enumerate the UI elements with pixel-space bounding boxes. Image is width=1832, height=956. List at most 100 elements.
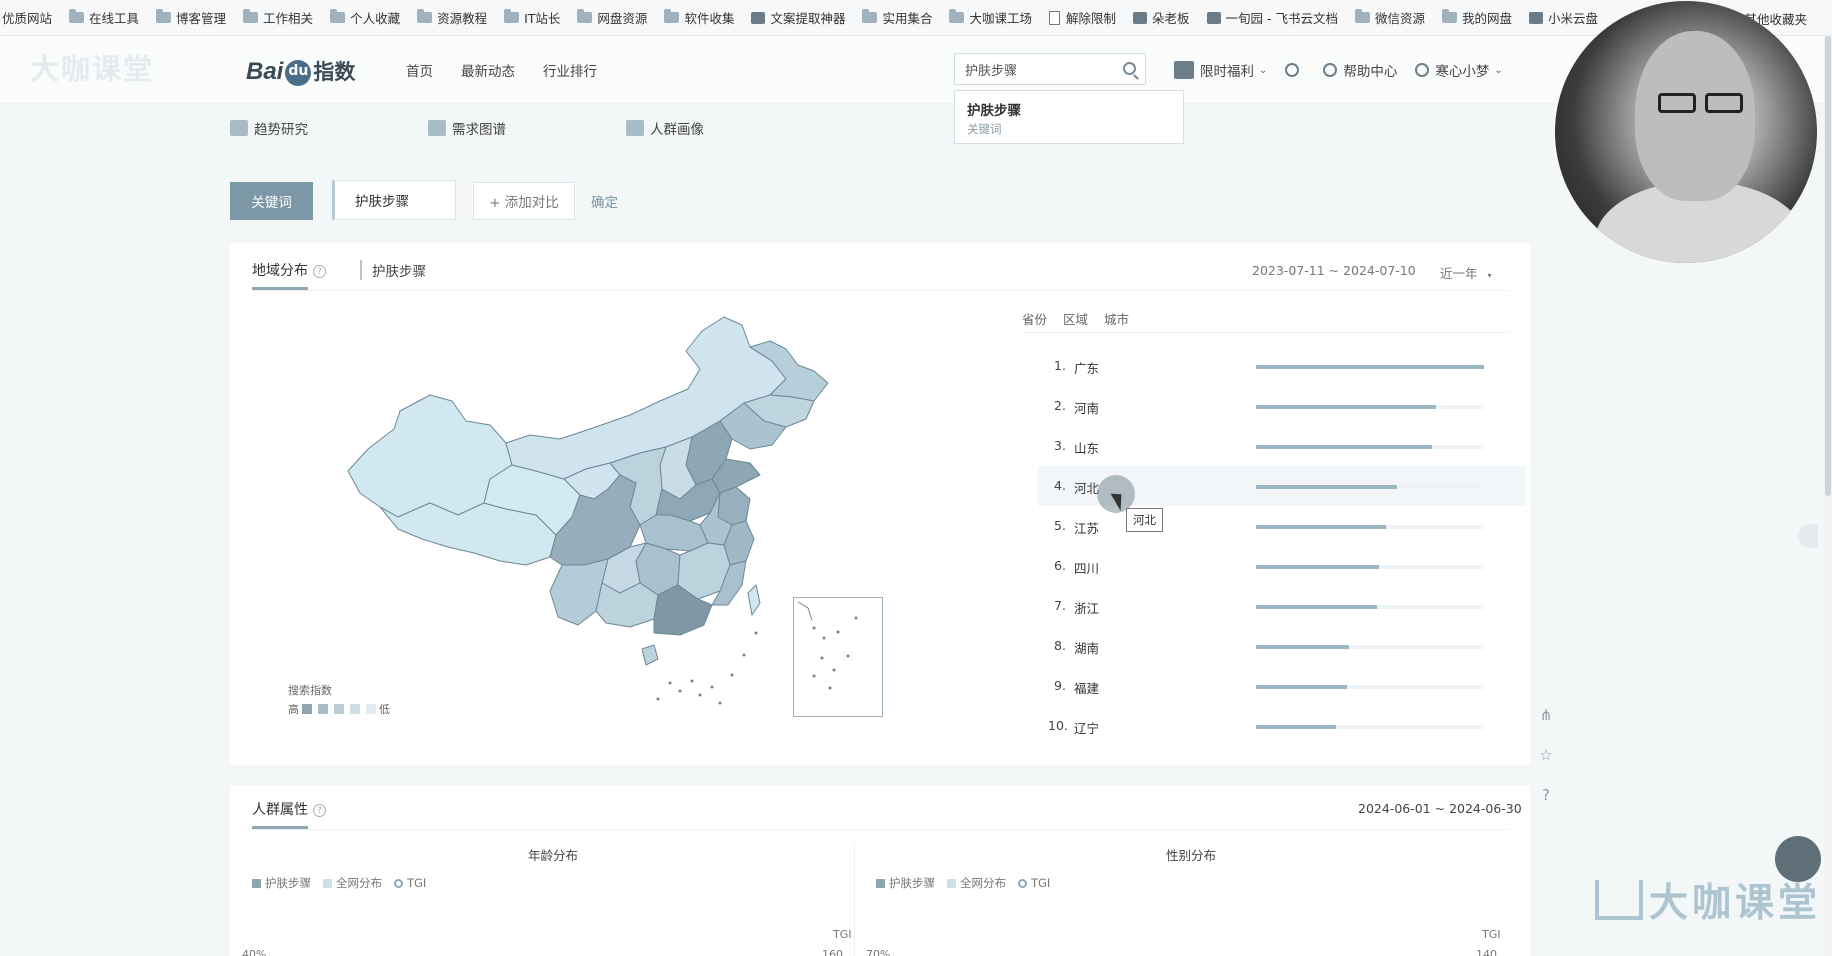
legend-all-network[interactable]: 全网分布 (323, 875, 382, 891)
ranking-row[interactable]: 9. 福建 (1038, 666, 1526, 706)
help-icon[interactable]: ? (313, 264, 326, 278)
tab-province[interactable]: 省份 (1022, 309, 1047, 328)
ranking-row[interactable]: 2. 河南 (1038, 386, 1526, 426)
tab-trend-research[interactable]: 趋势研究 (230, 118, 308, 138)
bookmark-item[interactable]: IT站长 (504, 8, 560, 27)
rank-number: 1. (1054, 358, 1066, 373)
message-button[interactable] (1285, 63, 1305, 77)
rank-bar-track (1256, 605, 1484, 609)
rank-bar-track (1256, 525, 1484, 529)
rank-bar (1256, 365, 1484, 369)
bookmark-item[interactable]: 朵老板 (1133, 8, 1190, 27)
legend-swatch (350, 704, 360, 714)
legend-all-network[interactable]: 全网分布 (947, 875, 1006, 891)
tab-area[interactable]: 区域 (1063, 309, 1088, 328)
help-circle-icon[interactable]: ? (1536, 786, 1556, 806)
bookmark-item[interactable]: 一旬园 - 飞书云文档 (1206, 8, 1338, 27)
legend-keyword[interactable]: 护肤步骤 (252, 875, 311, 891)
rank-bar (1256, 725, 1336, 729)
rank-bar-track (1256, 405, 1484, 409)
rank-number: 3. (1054, 438, 1066, 453)
bookmark-item[interactable]: 解除限制 (1049, 8, 1116, 27)
rank-number: 5. (1054, 518, 1066, 533)
paw-icon (285, 60, 312, 86)
south-sea-inset (793, 597, 883, 717)
rank-number: 2. (1054, 398, 1066, 413)
search-suggestion[interactable]: 护肤步骤 关键词 (954, 90, 1184, 144)
crowd-date-range: 2024-06-01 ~ 2024-06-30 (1358, 801, 1522, 816)
star-icon[interactable]: ☆ (1536, 746, 1556, 766)
province-name: 山东 (1074, 441, 1100, 456)
rank-bar-track (1256, 445, 1484, 449)
welfare-menu[interactable]: 限时福利 ⌄ (1174, 60, 1267, 80)
legend-tgi[interactable]: TGI (394, 875, 426, 891)
baidu-index-logo[interactable]: Bai 指数 (246, 56, 355, 86)
nav-latest[interactable]: 最新动态 (461, 60, 515, 80)
date-range[interactable]: 2023-07-11 ~ 2024-07-10 (1252, 263, 1416, 278)
bookmark-item[interactable]: 我的网盘 (1442, 8, 1512, 27)
folder-icon (862, 9, 878, 23)
bookmark-item[interactable]: 资源教程 (417, 8, 487, 27)
legend-keyword[interactable]: 护肤步骤 (876, 875, 935, 891)
region-guangxi (595, 582, 659, 628)
help-icon[interactable]: ? (313, 803, 326, 817)
confirm-button[interactable]: 确定 (591, 191, 618, 211)
rank-bar (1256, 685, 1348, 689)
bookmark-item[interactable]: 工作相关 (243, 8, 313, 27)
bookmark-item[interactable]: 个人收藏 (330, 8, 400, 27)
webcam-overlay (1555, 1, 1817, 263)
rank-bar (1256, 605, 1377, 609)
region-title: 地域分布? (252, 260, 326, 280)
gender-legend: 护肤步骤 全网分布 TGI (876, 875, 1062, 891)
search-icon[interactable] (1123, 62, 1136, 75)
gender-y-left: 70% (866, 948, 891, 956)
folder-icon (949, 9, 965, 23)
bookmark-item[interactable]: 文案提取神器 (751, 8, 845, 27)
scrollbar-thumb[interactable] (1825, 36, 1831, 496)
ranking-row[interactable]: 8. 湖南 (1038, 626, 1526, 666)
bookmark-item[interactable]: 网盘资源 (577, 8, 647, 27)
nav-industry-rank[interactable]: 行业排行 (543, 60, 597, 80)
legend-tgi[interactable]: TGI (1018, 875, 1050, 891)
legend-swatch (318, 704, 328, 714)
folder-icon (577, 9, 593, 23)
keyword-field[interactable]: 护肤步骤 (332, 180, 456, 220)
legend-swatch (366, 704, 376, 714)
folder-icon (417, 9, 433, 23)
province-name: 辽宁 (1074, 721, 1100, 736)
bookmark-item[interactable]: 在线工具 (69, 8, 139, 27)
ranking-row[interactable]: 3. 山东 (1038, 426, 1526, 466)
tab-demand-map[interactable]: 需求图谱 (428, 118, 506, 138)
ranking-row[interactable]: 7. 浙江 (1038, 586, 1526, 626)
add-compare-button[interactable]: + 添加对比 (473, 182, 575, 220)
bookmark-item[interactable]: 大咖课工场 (949, 8, 1032, 27)
legend-swatch (302, 704, 312, 714)
rank-number: 10. (1048, 718, 1068, 733)
bookmark-item[interactable]: 优质网站 (0, 8, 52, 27)
bookmark-item[interactable]: 小米云盘 (1529, 8, 1598, 27)
bookmark-item[interactable]: 微信资源 (1355, 8, 1425, 27)
side-panel-handle[interactable] (1798, 524, 1818, 548)
nav-home[interactable]: 首页 (406, 60, 433, 80)
bookmark-item[interactable]: 软件收集 (664, 8, 734, 27)
share-icon[interactable]: ⋔ (1536, 706, 1556, 726)
bookmark-item[interactable]: 实用集合 (862, 8, 932, 27)
period-select[interactable]: 近一年 ▾ (1440, 263, 1492, 282)
tab-crowd-portrait[interactable]: 人群画像 (626, 118, 704, 138)
top-navigation: 大咖课堂 Bai 指数 首页 最新动态 行业排行 限时福利 ⌄ 帮助中心 寒心小… (0, 36, 1832, 104)
keyword-mode-button[interactable]: 关键词 (230, 182, 313, 220)
inset-svg (797, 601, 858, 690)
ranking-row[interactable]: 10. 辽宁 (1038, 706, 1526, 746)
search-input[interactable] (965, 61, 1115, 77)
bookmark-item[interactable]: 博客管理 (156, 8, 226, 27)
tab-city[interactable]: 城市 (1104, 309, 1129, 328)
province-name: 河南 (1074, 401, 1100, 416)
sub-tabs: 趋势研究 需求图谱 人群画像 (230, 118, 824, 138)
document-icon (1049, 10, 1060, 25)
ranking-row[interactable]: 6. 四川 (1038, 546, 1526, 586)
user-menu[interactable]: 寒心小梦 ⌄ (1415, 60, 1503, 80)
help-center-link[interactable]: 帮助中心 (1323, 60, 1397, 80)
rank-bar (1256, 645, 1350, 649)
main-nav: 首页 最新动态 行业排行 (406, 60, 625, 80)
ranking-row[interactable]: 1. 广东 (1038, 346, 1526, 386)
